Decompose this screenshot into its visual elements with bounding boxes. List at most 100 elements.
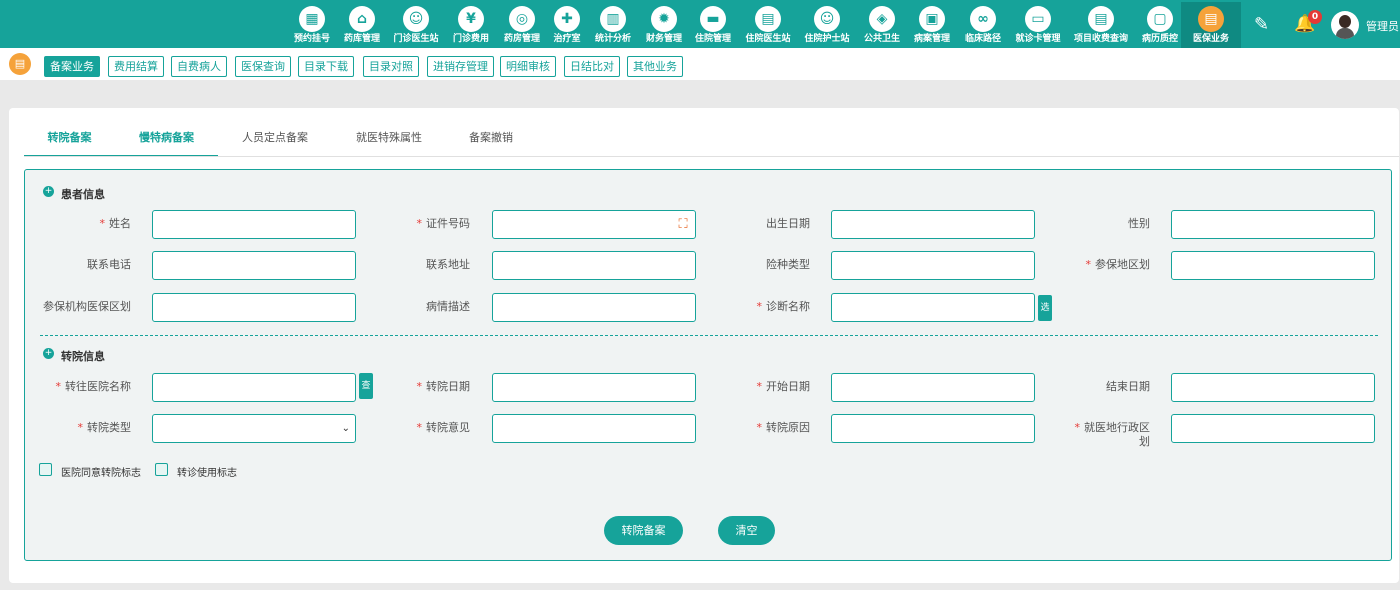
label-target-hospital: * 转往医院名称 — [11, 378, 132, 394]
label-phone: 联系电话 — [11, 256, 131, 272]
doctor-card-icon: ▤ — [755, 6, 781, 32]
scan-icon[interactable]: ⛶ — [675, 217, 691, 233]
nav-label: 项目收费查询 — [1073, 34, 1128, 44]
transfer-reason-input[interactable] — [831, 414, 1035, 443]
insurance-type-input[interactable] — [831, 251, 1035, 280]
start-date-input[interactable] — [831, 373, 1035, 402]
tab-special-attributes[interactable]: 就医特殊属性 — [332, 108, 446, 157]
transfer-type-select[interactable]: ⌄ — [152, 414, 356, 443]
avatar-head — [1339, 15, 1351, 28]
required-mark: * — [756, 421, 763, 434]
required-mark: * — [756, 380, 763, 393]
label-diagnosis-name: * 诊断名称 — [690, 298, 811, 314]
tab-chronic-disease[interactable]: 慢特病备案 — [115, 108, 218, 157]
label-text: 姓名 — [109, 217, 131, 230]
id-number-input[interactable]: ⛶ — [492, 210, 696, 239]
subnav-catalog-download[interactable]: 目录下载 — [298, 56, 354, 77]
avatar-body — [1336, 28, 1354, 39]
subnav-settlement[interactable]: 费用结算 — [108, 56, 164, 77]
address-input[interactable] — [492, 251, 696, 280]
clear-button[interactable]: 清空 — [718, 516, 775, 545]
nav-item-card-management[interactable]: ▭ 就诊卡管理 — [1008, 2, 1068, 48]
tab-underline — [24, 156, 1399, 157]
nav-item-fee-query[interactable]: ▤ 项目收费查询 — [1071, 2, 1131, 48]
label-text: 结束日期 — [1106, 380, 1150, 393]
nav-item-inpatient[interactable]: ▬ 住院管理 — [683, 2, 743, 48]
condition-desc-input[interactable] — [492, 293, 696, 322]
treatment-icon: ✚ — [554, 6, 580, 32]
hospital-agree-checkbox[interactable] — [39, 463, 52, 476]
transfer-opinion-input[interactable] — [492, 414, 696, 443]
nav-item-clinical-path[interactable]: ∞ 临床路径 — [953, 2, 1013, 48]
doctor-icon: ☺ — [403, 6, 429, 32]
label-text: 险种类型 — [766, 258, 810, 271]
gender-input[interactable] — [1171, 210, 1375, 239]
subnav-other[interactable]: 其他业务 — [627, 56, 683, 77]
yen-icon: ¥ — [458, 6, 484, 32]
avatar[interactable] — [1331, 11, 1359, 39]
subnav-insurance-query[interactable]: 医保查询 — [235, 56, 291, 77]
phone-input[interactable] — [152, 251, 356, 280]
diagnosis-name-input[interactable] — [831, 293, 1035, 322]
section-title-patient: 患者信息 — [61, 188, 105, 201]
nav-label: 医保业务 — [1192, 34, 1229, 44]
calendar-icon: ▦ — [299, 6, 325, 32]
nav-item-outpatient-doctor[interactable]: ☺ 门诊医生站 — [386, 2, 446, 48]
username[interactable]: 管理员 — [1366, 18, 1399, 34]
label-text: 转往医院名称 — [65, 380, 131, 393]
label-end-date: 结束日期 — [1030, 378, 1150, 394]
nav-item-medical-insurance[interactable]: ▤ 医保业务 — [1181, 2, 1241, 48]
label-text: 划 — [1139, 435, 1150, 448]
insured-org-region-input[interactable] — [152, 293, 356, 322]
subnav-daily-reconcile[interactable]: 日结比对 — [564, 56, 620, 77]
path-icon: ∞ — [970, 6, 996, 32]
sub-navbar: ▤ 备案业务 费用结算 自费病人 医保查询 目录下载 目录对照 进销存管理 明细… — [0, 48, 1400, 80]
admin-region-input[interactable] — [1171, 414, 1375, 443]
label-address: 联系地址 — [350, 256, 470, 272]
label-transfer-type: * 转院类型 — [11, 419, 132, 435]
top-navbar: ▦ 预约挂号 ⌂ 药库管理 ☺ 门诊医生站 ¥ 门诊费用 ◎ 药房管理 ✚ 治疗室 ▥ 统计分… — [0, 0, 1400, 48]
chart-icon: ▥ — [600, 6, 626, 32]
diamond-icon: ◈ — [869, 6, 895, 32]
required-mark: * — [756, 300, 763, 313]
tab-designated-person[interactable]: 人员定点备案 — [218, 108, 332, 157]
form-panel: + 患者信息 * 姓名 * 证件号码 ⛶ 出生日期 性别 联系电话 联系地址 险种类… — [24, 169, 1392, 561]
insurance-card-icon: ▤ — [9, 53, 31, 75]
pencil-icon[interactable]: ✎ — [1254, 14, 1269, 35]
nav-label: 住院护士站 — [804, 34, 850, 44]
nav-item-inpatient-nurse[interactable]: ☺ 住院护士站 — [797, 2, 857, 48]
label-text: 转院类型 — [87, 421, 131, 434]
referral-use-checkbox[interactable] — [155, 463, 168, 476]
label-admin-region-wrap: 划 — [1030, 433, 1150, 449]
insured-region-input[interactable] — [1171, 251, 1375, 280]
label-condition-desc: 病情描述 — [350, 298, 470, 314]
label-start-date: * 开始日期 — [690, 378, 811, 394]
subnav-inventory[interactable]: 进销存管理 — [427, 56, 494, 77]
nav-label: 住院医生站 — [745, 34, 791, 44]
insurance-icon: ▤ — [1198, 6, 1224, 32]
transfer-filing-button[interactable]: 转院备案 — [604, 516, 683, 545]
section-divider — [40, 335, 1378, 336]
tab-revoke-filing[interactable]: 备案撤销 — [446, 108, 536, 157]
label-text: 联系地址 — [426, 258, 470, 271]
transfer-date-input[interactable] — [492, 373, 696, 402]
subnav-filing[interactable]: 备案业务 — [44, 56, 100, 77]
label-id-number: * 证件号码 — [350, 215, 471, 231]
subnav-catalog-mapping[interactable]: 目录对照 — [363, 56, 419, 77]
required-mark: * — [416, 380, 423, 393]
label-gender: 性别 — [1030, 215, 1150, 231]
nav-item-inpatient-doctor[interactable]: ▤ 住院医生站 — [738, 2, 798, 48]
target-hospital-input[interactable] — [152, 373, 356, 402]
birth-date-input[interactable] — [831, 210, 1035, 239]
label-text: 转院原因 — [766, 421, 810, 434]
diagnosis-select-button[interactable]: 选 — [1038, 295, 1052, 321]
pill-icon: ◎ — [509, 6, 535, 32]
bed-icon: ▬ — [700, 6, 726, 32]
subnav-detail-review[interactable]: 明细审核 — [500, 56, 556, 77]
end-date-input[interactable] — [1171, 373, 1375, 402]
subnav-self-pay[interactable]: 自费病人 — [171, 56, 227, 77]
name-input[interactable] — [152, 210, 356, 239]
tab-transfer-filing[interactable]: 转院备案 — [24, 108, 115, 157]
label-insurance-type: 险种类型 — [690, 256, 810, 272]
nav-item-drug-store[interactable]: ⌂ 药库管理 — [332, 2, 392, 48]
